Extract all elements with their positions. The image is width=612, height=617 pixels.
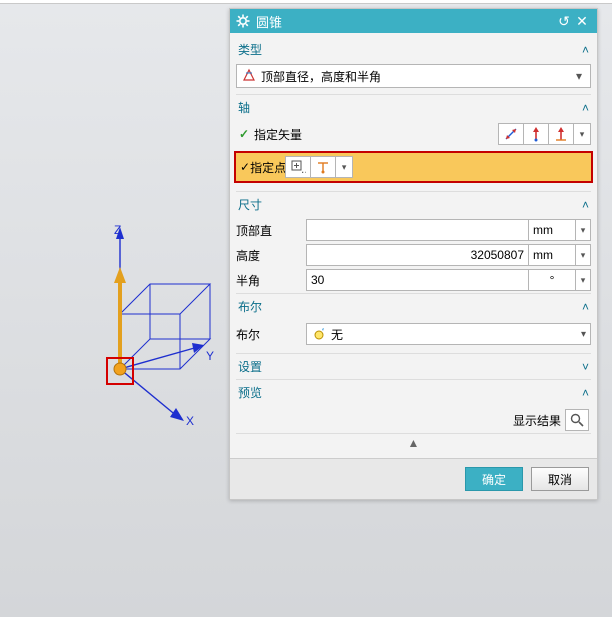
checkmark-icon: ✓	[240, 160, 250, 174]
chevron-up-icon: ˄	[582, 101, 589, 115]
axis-label-x: X	[186, 414, 194, 428]
half-angle-input[interactable]: 30	[306, 269, 529, 291]
specify-point-highlight: ✓ 指定点 .. ▾	[234, 151, 593, 183]
section-type[interactable]: 类型 ˄	[236, 37, 591, 62]
height-menu[interactable]: ▾	[575, 244, 591, 266]
checkmark-icon: ✓	[236, 127, 252, 141]
reset-button[interactable]: ↺	[555, 13, 573, 30]
close-button[interactable]: ✕	[573, 13, 591, 30]
specify-vector-row: ✓ 指定矢量 ▾	[236, 121, 591, 147]
none-icon	[311, 327, 329, 341]
chevron-up-icon: ˄	[582, 386, 589, 400]
section-settings[interactable]: 设置 ˅	[236, 353, 591, 379]
show-result-button[interactable]	[565, 409, 589, 431]
chevron-down-icon: ▾	[581, 250, 586, 261]
vector-axis-button[interactable]	[548, 123, 574, 145]
viewport-3d[interactable]: Z Y X 软件自学网 WWW.RJZXW.COM 圆锥 ↺ ✕ 类型 ˄	[0, 4, 612, 617]
section-boolean[interactable]: 布尔 ˄	[236, 293, 591, 319]
scene-gizmo	[70, 219, 250, 419]
section-size[interactable]: 尺寸 ˄	[236, 191, 591, 217]
cone-type-icon	[241, 68, 257, 85]
chevron-down-icon: ▾	[342, 162, 347, 173]
chevron-up-icon: ˄	[582, 198, 589, 212]
top-diameter-row: 顶部直 mm ▾	[236, 218, 591, 242]
chevron-up-icon: ˄	[582, 43, 589, 57]
vector-pick-button[interactable]	[523, 123, 549, 145]
boolean-dropdown[interactable]: 无 ▾	[306, 323, 591, 345]
dialog-footer: 确定 取消	[230, 458, 597, 499]
chevron-down-icon: ▾	[581, 225, 586, 236]
vector-reverse-button[interactable]	[498, 123, 524, 145]
axis-label-y: Y	[206, 349, 214, 363]
specify-point-label: 指定点	[250, 159, 286, 176]
dialog-title: 圆锥	[256, 12, 555, 31]
half-angle-row: 半角 30 ° ▾	[236, 268, 591, 292]
gear-icon	[236, 14, 250, 28]
ok-button[interactable]: 确定	[465, 467, 523, 491]
chevron-down-icon: ▾	[580, 129, 585, 140]
half-angle-unit[interactable]: °	[528, 269, 576, 291]
half-angle-menu[interactable]: ▾	[575, 269, 591, 291]
type-dropdown[interactable]: 顶部直径，高度和半角 ▾	[236, 64, 591, 88]
section-axis[interactable]: 轴 ˄	[236, 94, 591, 120]
cancel-button[interactable]: 取消	[531, 467, 589, 491]
origin-highlight-marker	[106, 357, 134, 385]
chevron-down-icon: ▾	[581, 275, 586, 286]
height-row: 高度 32050807 mm ▾	[236, 243, 591, 267]
vector-menu-button[interactable]: ▾	[573, 123, 591, 145]
height-unit[interactable]: mm	[528, 244, 576, 266]
cone-dialog: 圆锥 ↺ ✕ 类型 ˄ 顶部直径，高度和半角 ▾ 轴 ˄	[229, 8, 598, 500]
axis-label-z: Z	[114, 223, 121, 237]
height-input[interactable]: 32050807	[306, 244, 529, 266]
point-menu-button[interactable]: ▾	[335, 156, 353, 178]
boolean-field-label: 布尔	[236, 326, 306, 343]
show-result-label: 显示结果	[513, 412, 561, 429]
section-preview[interactable]: 预览 ˄	[236, 379, 591, 405]
point-inferred-button[interactable]	[310, 156, 336, 178]
collapse-toggle[interactable]: ▲	[236, 433, 591, 452]
top-diameter-menu[interactable]: ▾	[575, 219, 591, 241]
top-diameter-input[interactable]	[306, 219, 529, 241]
chevron-down-icon: ˅	[582, 360, 589, 374]
chevron-down-icon: ▾	[572, 69, 586, 83]
chevron-up-icon: ˄	[582, 300, 589, 314]
point-dialog-button[interactable]: ..	[285, 156, 311, 178]
svg-text:..: ..	[301, 162, 306, 175]
chevron-down-icon: ▾	[581, 329, 586, 340]
dialog-titlebar[interactable]: 圆锥 ↺ ✕	[230, 9, 597, 33]
top-diameter-unit[interactable]: mm	[528, 219, 576, 241]
